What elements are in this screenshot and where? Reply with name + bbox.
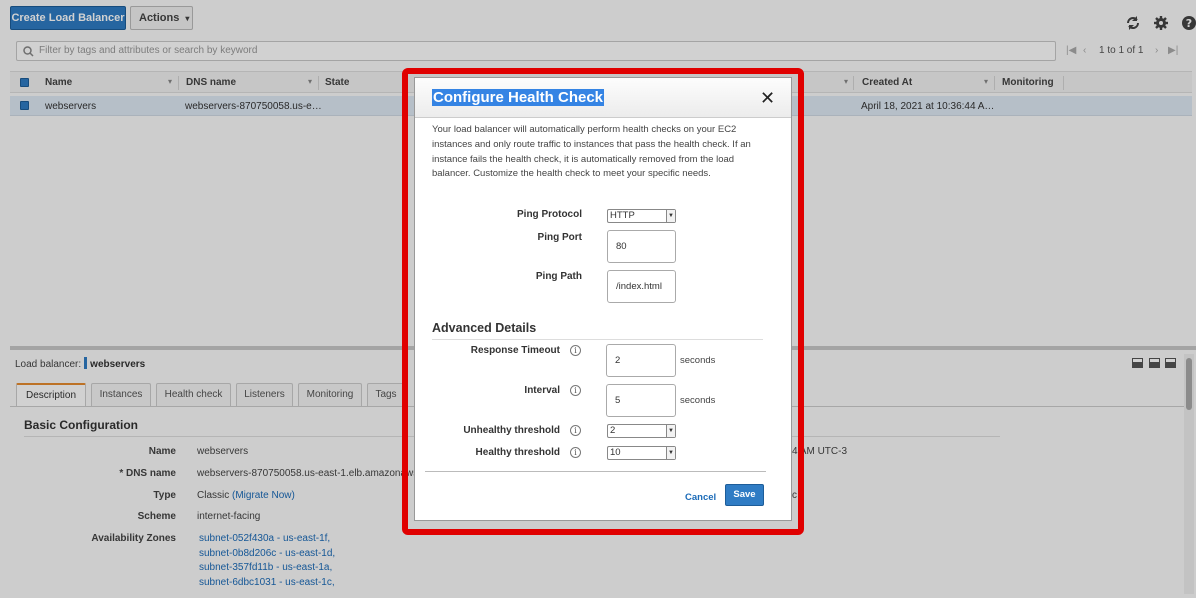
ping-protocol-value: HTTP: [610, 210, 635, 221]
response-timeout-input[interactable]: 2: [606, 344, 676, 377]
chevron-down-icon: ▼: [666, 447, 675, 459]
response-timeout-label: Response Timeout: [470, 345, 560, 356]
ping-protocol-label: Ping Protocol: [517, 209, 582, 220]
healthy-threshold-select[interactable]: 10 ▼: [607, 446, 676, 460]
interval-input[interactable]: 5: [606, 384, 676, 417]
advanced-divider: [432, 339, 763, 340]
dialog-intro-text: Your load balancer will automatically pe…: [432, 124, 751, 180]
info-icon[interactable]: i: [570, 447, 581, 458]
response-timeout-unit: seconds: [680, 355, 716, 366]
dialog-footer-divider: [425, 471, 766, 472]
configure-health-check-dialog: Configure Health Check ✕ Your load balan…: [414, 77, 792, 521]
ping-path-label: Ping Path: [535, 271, 582, 282]
save-button[interactable]: Save: [725, 484, 764, 506]
unhealthy-threshold-label: Unhealthy threshold: [463, 425, 560, 436]
info-icon[interactable]: i: [570, 385, 581, 396]
chevron-down-icon: ▼: [666, 210, 675, 222]
unhealthy-threshold-select[interactable]: 2 ▼: [607, 424, 676, 438]
chevron-down-icon: ▼: [666, 425, 675, 437]
interval-label: Interval: [524, 385, 560, 396]
close-icon[interactable]: ✕: [760, 89, 775, 107]
ping-port-label: Ping Port: [537, 232, 582, 243]
dialog-title: Configure Health Check: [432, 89, 605, 106]
interval-unit: seconds: [680, 395, 716, 406]
cancel-button[interactable]: Cancel: [685, 492, 716, 503]
dialog-header: Configure Health Check ✕: [415, 78, 791, 118]
healthy-threshold-label: Healthy threshold: [475, 447, 560, 458]
unhealthy-threshold-value: 2: [610, 425, 616, 436]
ping-port-input[interactable]: 80: [607, 230, 676, 263]
ping-protocol-select[interactable]: HTTP ▼: [607, 209, 676, 223]
healthy-threshold-value: 10: [610, 447, 621, 458]
ping-path-input[interactable]: /index.html: [607, 270, 676, 303]
info-icon[interactable]: i: [570, 425, 581, 436]
info-icon[interactable]: i: [570, 345, 581, 356]
advanced-details-heading: Advanced Details: [432, 321, 537, 335]
